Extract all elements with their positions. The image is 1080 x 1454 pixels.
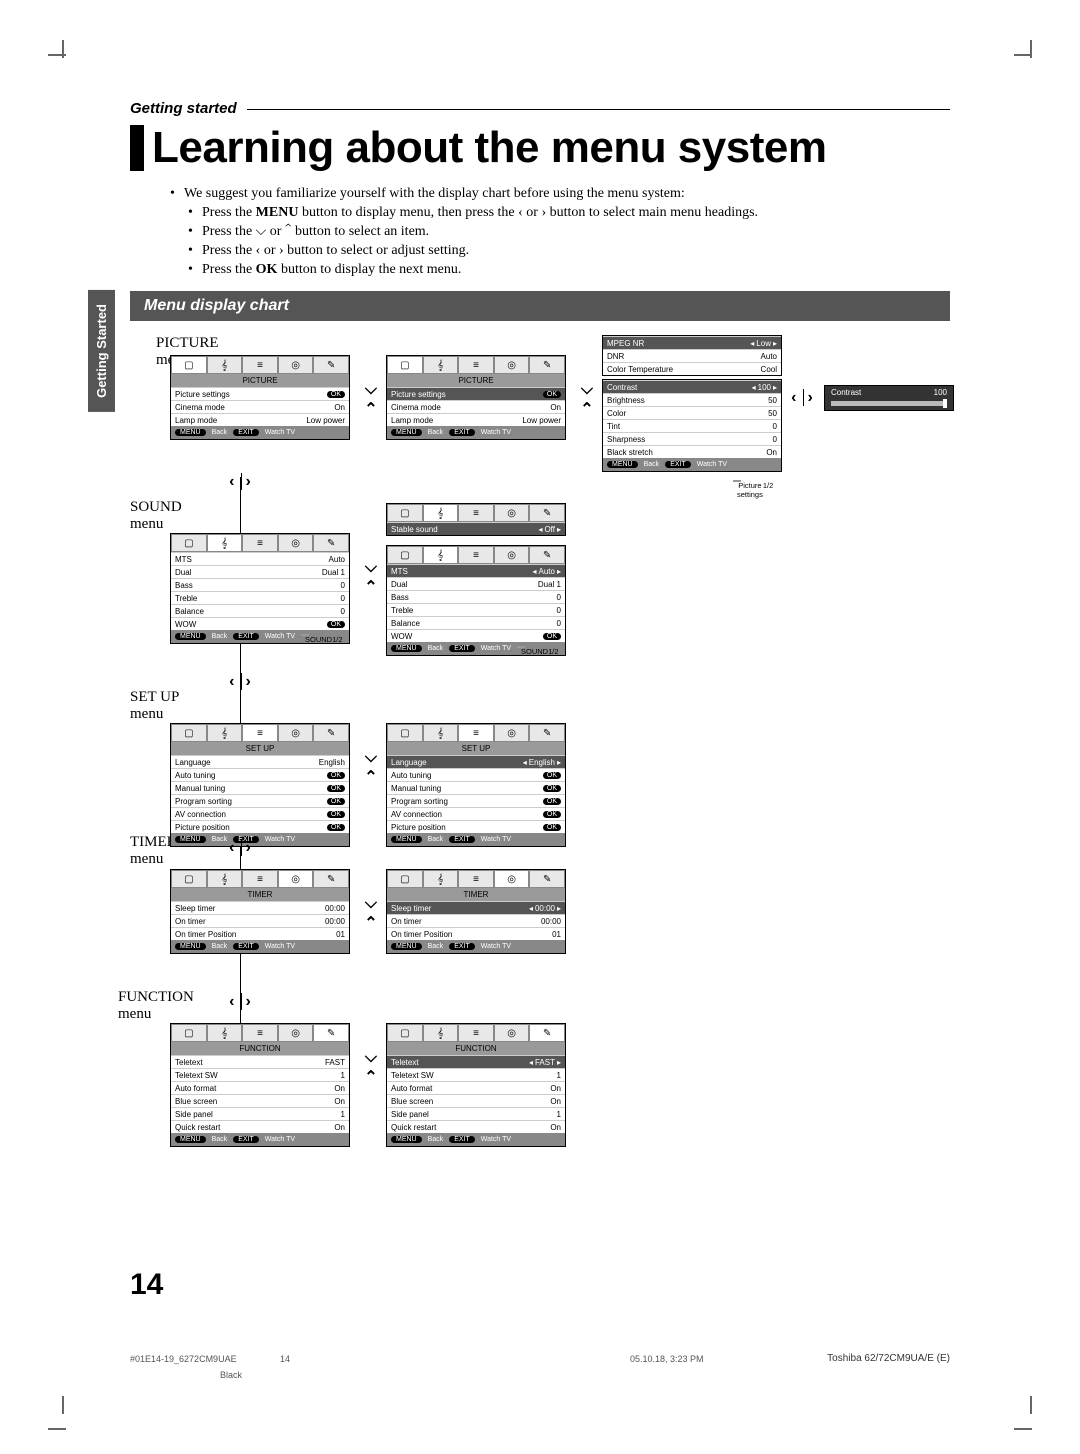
nav-leftright-icon: ‹› [788, 389, 818, 407]
osd-sound-top: ▢𝄞≡◎✎SOUND2/2Stable sound◂ Off ▸ [386, 503, 566, 536]
bullet-3: Press the ‹ or › button to select or adj… [186, 242, 950, 261]
nav-updown-icon: ⌵⌃ [356, 895, 386, 933]
title-bar-icon [130, 125, 144, 171]
section-label: Getting started [130, 100, 237, 117]
chart-area: PICTUREmenu SOUNDmenu SET UPmenu TIMERme… [130, 329, 950, 1189]
footer-model: Toshiba 62/72CM9UA/E (E) [827, 1353, 950, 1364]
nav-leftright-icon: ‹› [226, 993, 256, 1011]
page-title: Learning about the menu system [152, 123, 826, 173]
nav-updown-icon: ⌵⌃ [356, 559, 386, 597]
osd-function-2: ▢𝄞≡◎✎FUNCTIONTeletext◂ FAST ▸Teletext SW… [386, 1023, 566, 1147]
nav-updown-icon: ⌵⌃ [356, 749, 386, 787]
bullet-2: Press the ⌵ or ⌃ button to select an ite… [186, 223, 950, 242]
osd-picture-settings-12: Picture settings1/2Contrast◂ 100 ▸Bright… [602, 379, 782, 472]
intro-bullets: We suggest you familiarize yourself with… [168, 185, 950, 279]
footer-file: #01E14-19_6272CM9UAE [130, 1354, 237, 1364]
osd-function-1: ▢𝄞≡◎✎FUNCTIONTeletextFASTTeletext SW1Aut… [170, 1023, 350, 1147]
nav-updown-icon: ⌵⌃ [356, 1049, 386, 1087]
nav-updown-icon: ⌵⌃ [572, 381, 602, 419]
osd-picture-1: ▢𝄞≡◎✎PICTUREPicture settingsOKCinema mod… [170, 355, 350, 440]
osd-timer-2: ▢𝄞≡◎✎TIMERSleep timer◂ 00:00 ▸On timer00… [386, 869, 566, 954]
section-header: Getting started [130, 100, 950, 117]
bullet-4: Press the OK button to display the next … [186, 261, 950, 280]
footer-datetime: 05.10.18, 3:23 PM [630, 1354, 704, 1364]
nav-leftright-icon: ‹› [226, 473, 256, 491]
sound-label: SOUNDmenu [130, 499, 182, 533]
osd-timer-1: ▢𝄞≡◎✎TIMERSleep timer00:00On timer00:00O… [170, 869, 350, 954]
nav-leftright-icon: ‹› [226, 839, 256, 857]
osd-picture-settings-22: Picture settings2/2MPEG NR◂ Low ▸DNRAuto… [602, 335, 782, 376]
osd-picture-2: ▢𝄞≡◎✎PICTUREPicture settingsOKCinema mod… [386, 355, 566, 440]
nav-leftright-icon: ‹› [226, 673, 256, 691]
setup-label: SET UPmenu [130, 689, 179, 723]
osd-setup-2: ▢𝄞≡◎✎SET UPLanguage◂ English ▸Auto tunin… [386, 723, 566, 847]
function-label: FUNCTIONmenu [118, 989, 194, 1023]
osd-sound-2: ▢𝄞≡◎✎SOUND1/2MTS◂ Auto ▸DualDual 1Bass0T… [386, 545, 566, 656]
rule [247, 109, 950, 110]
sidebar-tab: Getting Started [88, 290, 115, 412]
nav-updown-icon: ⌵⌃ [356, 381, 386, 419]
osd-contrast-slider: Contrast100 [824, 385, 954, 411]
bullet-1: Press the MENU button to display menu, t… [186, 204, 950, 223]
page-number: 14 [130, 1268, 163, 1302]
footer-color: Black [220, 1370, 242, 1380]
footer-page: 14 [280, 1354, 290, 1364]
chart-banner: Menu display chart [130, 291, 950, 321]
osd-setup-1: ▢𝄞≡◎✎SET UPLanguageEnglishAuto tuningOKM… [170, 723, 350, 847]
osd-sound-1: ▢𝄞≡◎✎SOUND1/2MTSAutoDualDual 1Bass0Trebl… [170, 533, 350, 644]
intro-line: We suggest you familiarize yourself with… [168, 185, 950, 204]
